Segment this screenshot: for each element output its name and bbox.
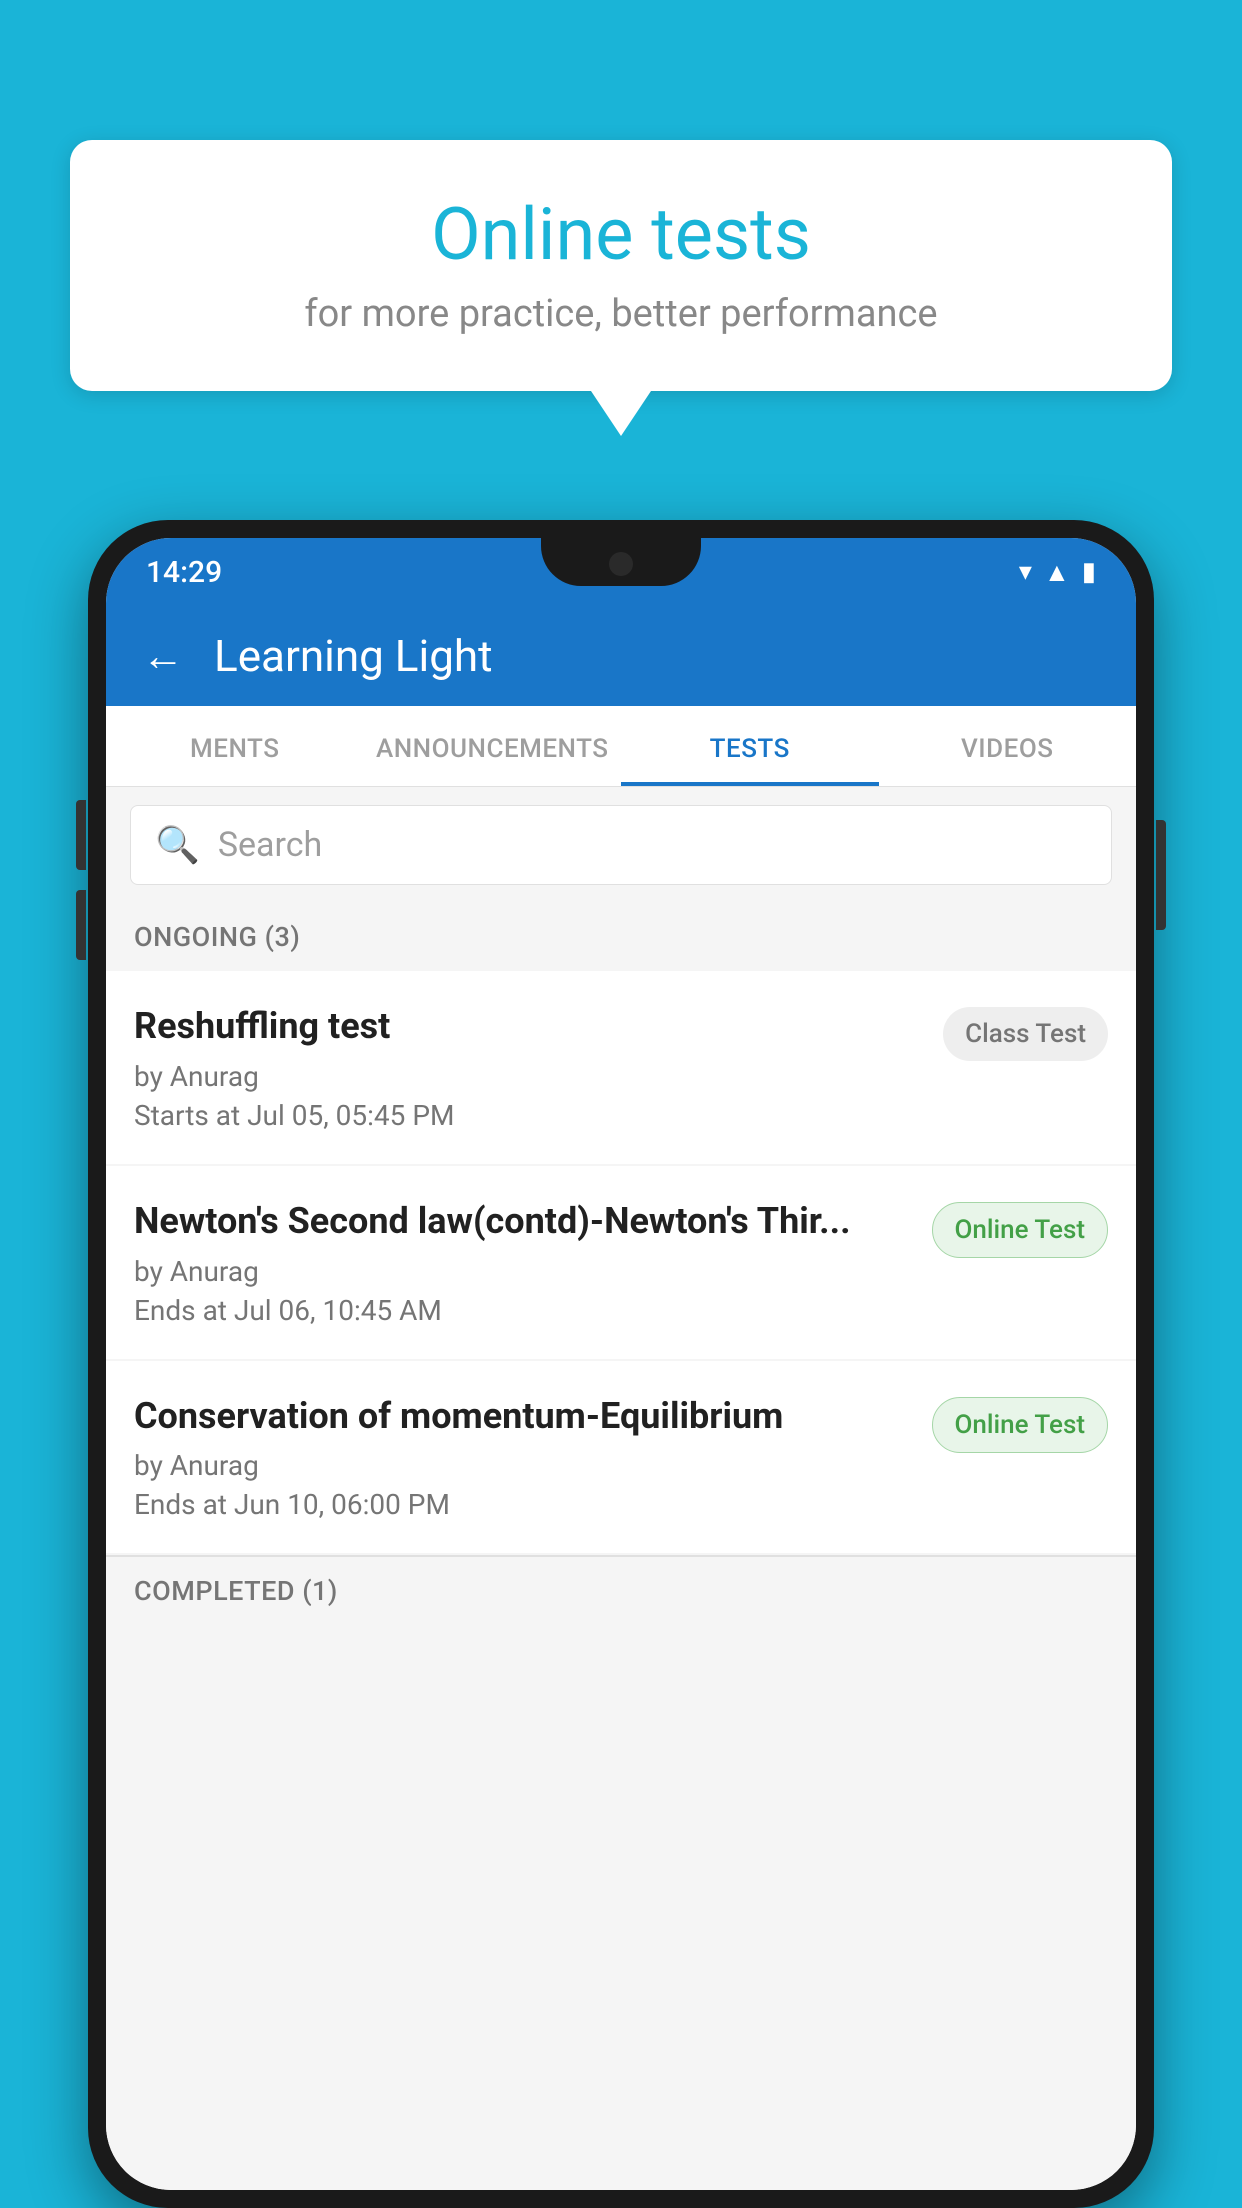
test-date-reshuffling: Starts at Jul 05, 05:45 PM xyxy=(134,1099,923,1132)
test-name-reshuffling: Reshuffling test xyxy=(134,1003,923,1050)
test-name-newton: Newton's Second law(contd)-Newton's Thir… xyxy=(134,1198,912,1245)
battery-icon: ▮ xyxy=(1082,557,1096,587)
promo-title: Online tests xyxy=(130,195,1112,274)
test-info-conservation: Conservation of momentum-Equilibrium by … xyxy=(134,1393,912,1522)
tab-announcements[interactable]: ANNOUNCEMENTS xyxy=(364,706,622,786)
test-author-newton: by Anurag xyxy=(134,1255,912,1288)
test-info-newton: Newton's Second law(contd)-Newton's Thir… xyxy=(134,1198,912,1327)
search-bar[interactable]: 🔍 Search xyxy=(130,805,1112,885)
tabs-bar: MENTS ANNOUNCEMENTS TESTS VIDEOS xyxy=(106,706,1136,787)
tab-videos[interactable]: VIDEOS xyxy=(879,706,1137,786)
test-badge-conservation: Online Test xyxy=(932,1397,1109,1453)
completed-section-header: COMPLETED (1) xyxy=(106,1555,1136,1625)
tab-ments[interactable]: MENTS xyxy=(106,706,364,786)
phone-notch xyxy=(541,538,701,586)
tab-tests[interactable]: TESTS xyxy=(621,706,879,786)
phone-mockup: 14:29 ▾ ▲ ▮ ← Learning Light MENTS ANNOU… xyxy=(88,520,1154,2208)
app-title: Learning Light xyxy=(214,630,493,682)
back-button[interactable]: ← xyxy=(142,632,184,681)
test-name-conservation: Conservation of momentum-Equilibrium xyxy=(134,1393,912,1440)
search-input[interactable]: Search xyxy=(218,825,322,865)
promo-subtitle: for more practice, better performance xyxy=(130,292,1112,336)
test-date-conservation: Ends at Jun 10, 06:00 PM xyxy=(134,1488,912,1521)
test-card-reshuffling[interactable]: Reshuffling test by Anurag Starts at Jul… xyxy=(106,971,1136,1164)
test-author-conservation: by Anurag xyxy=(134,1449,912,1482)
promo-section: Online tests for more practice, better p… xyxy=(70,140,1172,391)
test-card-conservation[interactable]: Conservation of momentum-Equilibrium by … xyxy=(106,1361,1136,1554)
phone-outer-shell: 14:29 ▾ ▲ ▮ ← Learning Light MENTS ANNOU… xyxy=(88,520,1154,2208)
volume-up-button xyxy=(76,800,86,870)
content-area: ONGOING (3) Reshuffling test by Anurag S… xyxy=(106,903,1136,2190)
search-container: 🔍 Search xyxy=(106,787,1136,903)
phone-screen: 14:29 ▾ ▲ ▮ ← Learning Light MENTS ANNOU… xyxy=(106,538,1136,2190)
status-time: 14:29 xyxy=(146,555,222,590)
test-date-newton: Ends at Jul 06, 10:45 AM xyxy=(134,1294,912,1327)
test-author-reshuffling: by Anurag xyxy=(134,1060,923,1093)
app-bar: ← Learning Light xyxy=(106,606,1136,706)
signal-icon: ▲ xyxy=(1044,557,1070,588)
test-badge-newton: Online Test xyxy=(932,1202,1109,1258)
volume-down-button xyxy=(76,890,86,960)
ongoing-section-header: ONGOING (3) xyxy=(106,903,1136,971)
wifi-icon: ▾ xyxy=(1019,557,1032,587)
search-icon: 🔍 xyxy=(155,824,200,866)
speech-bubble: Online tests for more practice, better p… xyxy=(70,140,1172,391)
test-card-newton[interactable]: Newton's Second law(contd)-Newton's Thir… xyxy=(106,1166,1136,1359)
test-info-reshuffling: Reshuffling test by Anurag Starts at Jul… xyxy=(134,1003,923,1132)
test-badge-reshuffling: Class Test xyxy=(943,1007,1108,1061)
power-button xyxy=(1156,820,1166,930)
front-camera xyxy=(609,552,633,576)
status-icons: ▾ ▲ ▮ xyxy=(1019,557,1096,588)
